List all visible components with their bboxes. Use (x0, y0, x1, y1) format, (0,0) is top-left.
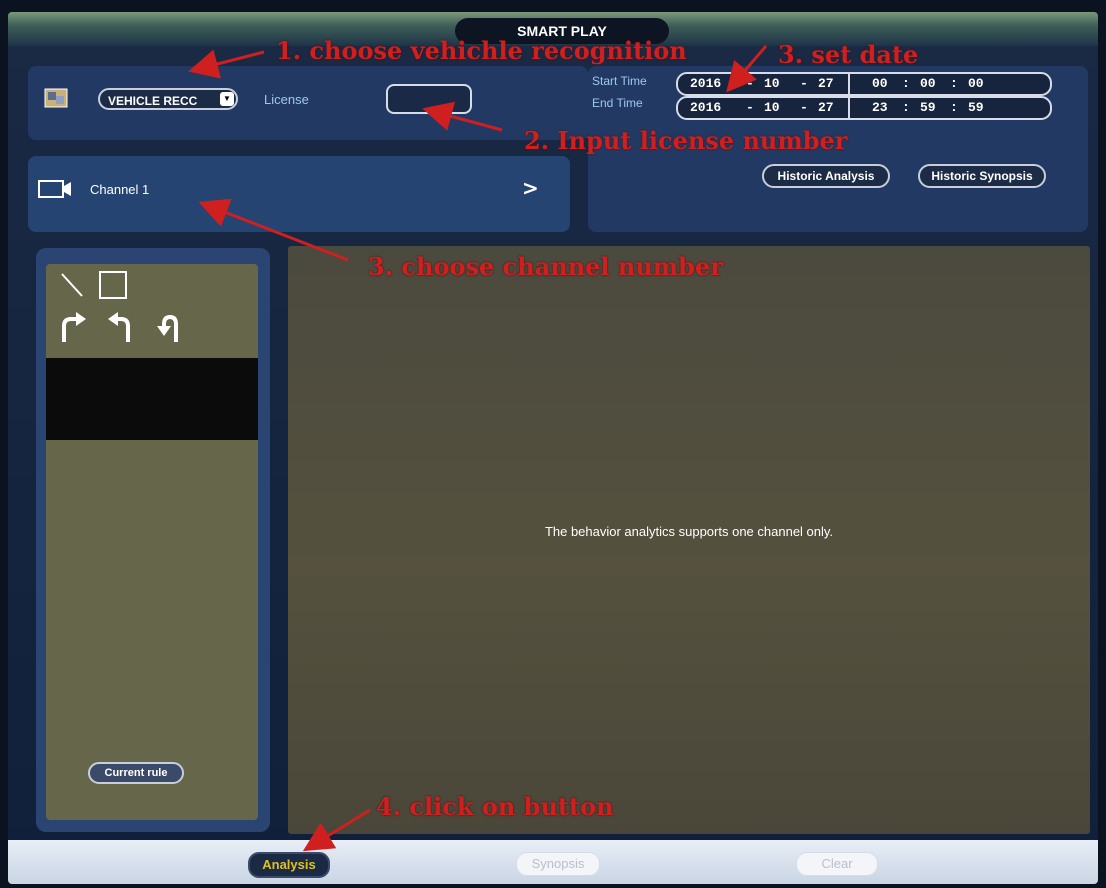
historic-synopsis-button[interactable]: Historic Synopsis (918, 164, 1046, 188)
end-time-label: End Time (592, 96, 643, 110)
end-second[interactable]: 59 (968, 98, 984, 118)
annotation-3-date: 3. set date (778, 40, 919, 69)
search-panel: VEHICLE RECC ▼ License (28, 66, 588, 140)
end-year[interactable]: 2016 (690, 98, 721, 118)
clear-button[interactable]: Clear (796, 852, 878, 876)
search-type-select[interactable]: VEHICLE RECC ▼ (98, 88, 238, 110)
start-time-label: Start Time (592, 74, 647, 88)
historic-analysis-button[interactable]: Historic Analysis (762, 164, 890, 188)
time-divider (848, 98, 850, 118)
end-month[interactable]: 10 (764, 98, 780, 118)
time-sep: : (950, 76, 958, 91)
turn-right-icon[interactable] (58, 310, 88, 348)
date-sep: - (746, 76, 754, 91)
end-day[interactable]: 27 (818, 98, 834, 118)
u-turn-icon[interactable] (156, 310, 186, 348)
analysis-button[interactable]: Analysis (248, 852, 330, 878)
annotation-3-channel: 3. choose channel number (368, 252, 723, 281)
time-divider (848, 74, 850, 94)
end-time-field[interactable]: 2016 - 10 - 27 23 : 59 : 59 (676, 96, 1052, 120)
rule-list[interactable] (46, 358, 258, 440)
video-preview: The behavior analytics supports one chan… (288, 246, 1090, 834)
current-rule-button[interactable]: Current rule (88, 762, 184, 784)
rule-panel: Current rule (46, 264, 258, 820)
time-sep: : (950, 100, 958, 115)
date-sep: - (800, 100, 808, 115)
channel-message: The behavior analytics supports one chan… (544, 524, 834, 539)
end-hour[interactable]: 23 (872, 98, 888, 118)
turn-left-icon[interactable] (106, 310, 136, 348)
start-year[interactable]: 2016 (690, 74, 721, 94)
synopsis-button[interactable]: Synopsis (516, 852, 600, 876)
channel-label: Channel 1 (90, 182, 150, 197)
bottom-toolbar: Analysis Synopsis Clear (8, 840, 1098, 884)
license-input[interactable] (386, 84, 472, 114)
start-month[interactable]: 10 (764, 74, 780, 94)
smart-play-window: SMART PLAY VEHICLE RECC ▼ License Start … (8, 12, 1098, 884)
start-day[interactable]: 27 (818, 74, 834, 94)
start-time-field[interactable]: 2016 - 10 - 27 00 : 00 : 00 (676, 72, 1052, 96)
annotation-1: 1. choose vehichle recognition (276, 36, 687, 65)
dropdown-arrow-icon: ▼ (220, 92, 234, 106)
date-sep: - (800, 76, 808, 91)
start-hour[interactable]: 00 (872, 74, 888, 94)
channel-chevron-icon[interactable]: > (522, 176, 539, 200)
start-minute[interactable]: 00 (920, 74, 936, 94)
search-type-icon (44, 88, 68, 112)
search-type-value: VEHICLE RECC (108, 94, 198, 108)
date-sep: - (746, 100, 754, 115)
channel-selector[interactable]: Channel 1 > (28, 156, 570, 232)
annotation-2: 2. Input license number (524, 126, 848, 155)
license-label: License (264, 92, 309, 107)
annotation-4: 4. click on button (376, 792, 614, 821)
time-sep: : (902, 100, 910, 115)
time-sep: : (902, 76, 910, 91)
start-second[interactable]: 00 (968, 74, 984, 94)
line-tool-icon[interactable] (58, 270, 86, 304)
end-minute[interactable]: 59 (920, 98, 936, 118)
camera-icon (38, 180, 72, 202)
rule-sidebar: Current rule (36, 248, 270, 832)
rect-tool-icon[interactable] (98, 270, 128, 304)
